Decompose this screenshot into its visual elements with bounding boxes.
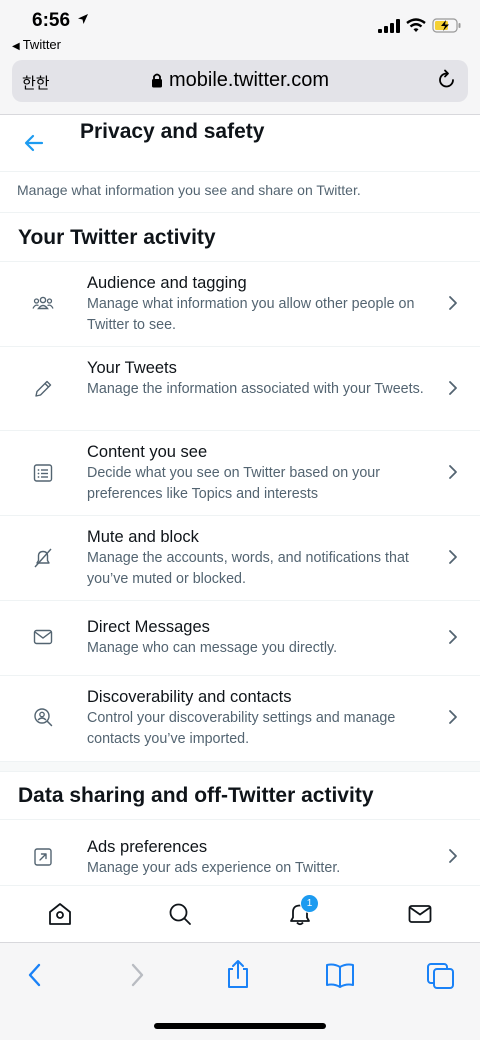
section-title-twitter-activity: Your Twitter activity <box>18 226 216 249</box>
notification-badge: 1 <box>300 894 319 913</box>
wifi-icon <box>406 18 426 32</box>
item-title: Content you see <box>87 443 208 461</box>
item-title: Ads preferences <box>87 838 208 856</box>
item-description: Manage what information you allow other … <box>87 296 415 333</box>
page-title: Privacy and safety <box>80 120 265 143</box>
back-to-app-link[interactable]: ◀ Twitter <box>12 37 61 52</box>
url-display[interactable]: mobile.twitter.com <box>12 69 468 92</box>
chevron-right-icon <box>449 465 457 479</box>
search-icon[interactable] <box>167 901 193 927</box>
chevron-right-icon <box>449 296 457 310</box>
settings-item-discoverability-contacts[interactable]: Discoverability and contacts Control you… <box>0 676 480 760</box>
item-title: Direct Messages <box>87 618 210 636</box>
item-description: Manage the information associated with y… <box>87 381 424 397</box>
pencil-icon <box>35 380 52 397</box>
messages-envelope-icon[interactable] <box>407 901 433 927</box>
twitter-bottom-nav <box>0 885 480 943</box>
external-arrow-icon <box>34 848 52 866</box>
home-indicator <box>154 1023 326 1029</box>
browser-address-area: 한한 mobile.twitter.com <box>0 60 480 115</box>
section-separator <box>0 761 480 772</box>
back-arrow-icon[interactable] <box>22 131 46 155</box>
page-subtitle: Manage what information you see and shar… <box>17 182 361 198</box>
list-icon <box>33 464 53 482</box>
item-description: Decide what you see on Twitter based on … <box>87 465 380 502</box>
settings-item-content-you-see[interactable]: Content you see Decide what you see on T… <box>0 431 480 516</box>
people-icon <box>32 296 54 310</box>
person-search-icon <box>34 708 53 727</box>
home-icon[interactable] <box>47 901 73 927</box>
item-title: Audience and tagging <box>87 274 247 292</box>
chevron-right-icon <box>449 630 457 644</box>
clock: 6:56 <box>32 10 71 31</box>
divider <box>0 212 480 213</box>
settings-item-direct-messages[interactable]: Direct Messages Manage who can message y… <box>0 601 480 676</box>
reload-icon[interactable] <box>436 69 458 91</box>
back-triangle-icon: ◀ <box>12 41 20 52</box>
chevron-right-icon <box>449 710 457 724</box>
share-icon[interactable] <box>225 958 251 990</box>
section-title-data-sharing: Data sharing and off-Twitter activity <box>18 784 374 807</box>
item-description: Manage the accounts, words, and notifica… <box>87 550 409 587</box>
chevron-right-icon <box>449 550 457 564</box>
item-title: Mute and block <box>87 528 199 546</box>
settings-item-your-tweets[interactable]: Your Tweets Manage the information assoc… <box>0 347 480 431</box>
location-arrow-icon <box>78 14 88 24</box>
browser-forward-icon[interactable] <box>127 962 147 988</box>
settings-item-ads-preferences[interactable]: Ads preferences Manage your ads experien… <box>0 820 480 885</box>
settings-item-audience-tagging[interactable]: Audience and tagging Manage what informa… <box>0 262 480 347</box>
tabs-icon[interactable] <box>426 962 456 990</box>
envelope-icon <box>33 629 53 645</box>
chevron-right-icon <box>449 381 457 395</box>
address-bar[interactable]: 한한 mobile.twitter.com <box>12 60 468 102</box>
battery-charging-icon <box>432 18 461 33</box>
item-description: Control your discoverability settings an… <box>87 710 396 747</box>
item-title: Discoverability and contacts <box>87 688 292 706</box>
lock-icon <box>151 73 162 88</box>
status-bar: 6:56 ◀ Twitter <box>0 0 480 60</box>
signal-icon <box>378 18 400 33</box>
item-description: Manage your ads experience on Twitter. <box>87 860 341 876</box>
item-title: Your Tweets <box>87 359 177 377</box>
bookmarks-book-icon[interactable] <box>325 962 355 988</box>
page-header: Privacy and safety <box>0 115 480 172</box>
browser-back-icon[interactable] <box>25 962 45 988</box>
item-description: Manage who can message you directly. <box>87 640 338 656</box>
system-icons <box>378 18 462 33</box>
settings-item-mute-block[interactable]: Mute and block Manage the accounts, word… <box>0 516 480 601</box>
chevron-right-icon <box>449 849 457 863</box>
muted-bell-icon <box>34 548 52 568</box>
